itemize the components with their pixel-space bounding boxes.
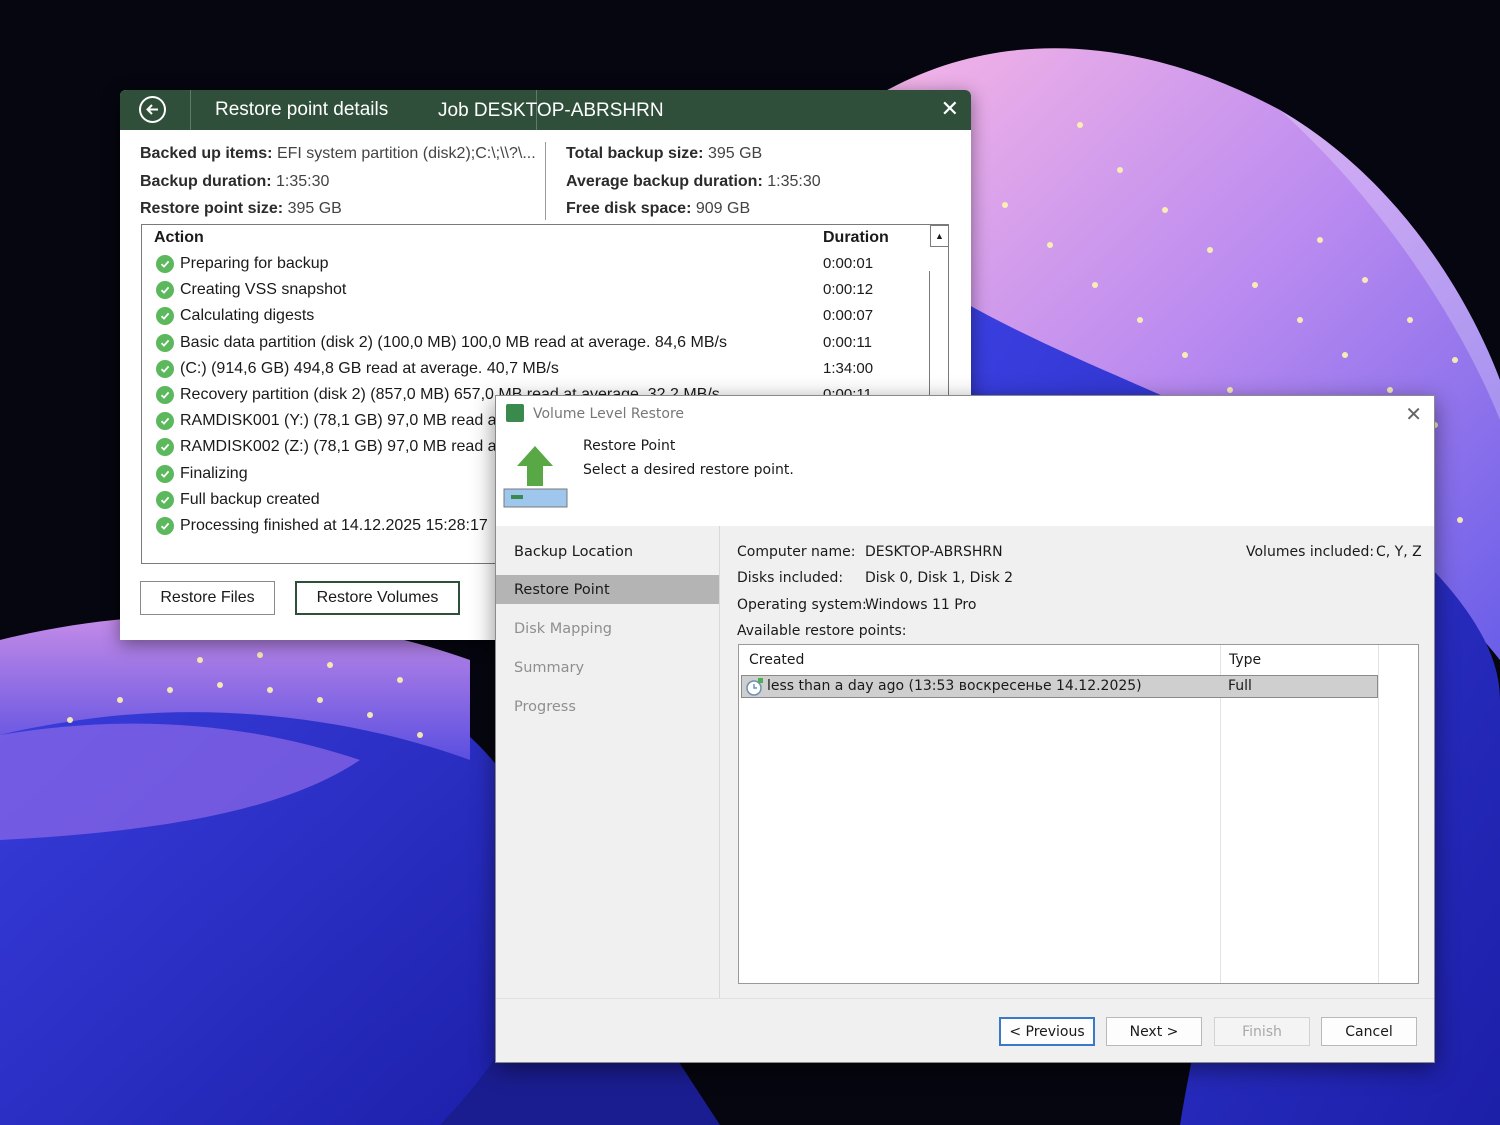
restore-point-size: Restore point size: 395 GB (140, 200, 342, 217)
backup-info-left: Backed up items: EFI system partition (d… (140, 140, 545, 223)
success-check-icon (156, 517, 174, 535)
job-name: Job DESKTOP-ABRSHRN (438, 100, 664, 121)
success-check-icon (156, 412, 174, 431)
step-backup-location[interactable]: Backup Location (496, 537, 719, 566)
success-check-icon (156, 307, 174, 326)
close-icon[interactable]: ✕ (941, 98, 959, 120)
step-title: Restore Point (583, 438, 676, 454)
backup-duration: Backup duration: 1:35:30 (140, 172, 330, 190)
volumes-label: Volumes included: (1246, 544, 1375, 560)
restore-point-clock-icon (746, 678, 763, 696)
step-disk-mapping: Disk Mapping (514, 620, 612, 637)
previous-button[interactable]: < Previous (999, 1017, 1095, 1046)
disks-label: Disks included: (737, 570, 844, 586)
backup-info-right: Total backup size: 395 GB Average backup… (566, 140, 821, 223)
step-restore-point[interactable]: Restore Point (496, 575, 719, 604)
restore-volumes-button[interactable]: Restore Volumes (295, 581, 460, 615)
computer-name-value: DESKTOP-ABRSHRN (865, 544, 1003, 560)
success-check-icon (156, 386, 174, 404)
app-icon (506, 404, 524, 422)
action-column-header: Action (154, 229, 204, 246)
success-check-icon (156, 438, 174, 457)
step-summary: Summary (514, 659, 585, 676)
success-check-icon (156, 464, 174, 483)
action-text: Full backup created (180, 490, 320, 508)
success-check-icon (156, 281, 174, 300)
duration-column-header: Duration (823, 229, 889, 246)
backed-up-items: Backed up items: EFI system partition (d… (140, 145, 536, 162)
action-row: Processing finished at 14.12.2025 15:28:… (156, 513, 488, 539)
type-column-header[interactable]: Type (1229, 652, 1261, 668)
footer-divider (496, 998, 1434, 999)
restore-point-panel: Computer name: DESKTOP-ABRSHRN Disks inc… (720, 526, 1434, 998)
action-duration: 0:00:01 (823, 255, 874, 272)
action-duration: 0:00:11 (823, 333, 872, 351)
action-text: Finalizing (180, 464, 248, 482)
restore-files-button[interactable]: Restore Files (140, 581, 275, 615)
dialog-title: Volume Level Restore (533, 406, 685, 422)
step-progress: Progress (514, 698, 576, 715)
scroll-up-button[interactable]: ▲ (930, 225, 948, 247)
os-label: Operating system: (737, 597, 867, 613)
disks-value: Disk 0, Disk 1, Disk 2 (865, 570, 1014, 586)
table-row[interactable]: less than a day ago (13:53 воскресенье 1… (741, 675, 1378, 698)
restore-point-type: Full (1228, 678, 1252, 694)
volumes-value: C, Y, Z (1376, 544, 1422, 560)
action-duration: 0:00:07 (823, 307, 874, 325)
average-backup-duration: Average backup duration: 1:35:30 (566, 172, 821, 190)
action-text: Calculating digests (180, 307, 315, 325)
action-text: (C:) (914,6 GB) 494,8 GB read at average… (180, 359, 559, 377)
back-button[interactable] (139, 96, 166, 123)
success-check-icon (156, 359, 174, 378)
details-header: Restore point details Job DESKTOP-ABRSHR… (120, 90, 971, 130)
action-text: Creating VSS snapshot (180, 281, 347, 299)
os-value: Windows 11 Pro (865, 597, 977, 613)
action-row: RAMDISK001 (Y:) (78,1 GB) 97,0 MB read a… (156, 408, 501, 434)
available-restore-points-label: Available restore points: (737, 623, 907, 639)
action-duration: 1:34:00 (823, 359, 874, 377)
action-row: (C:) (914,6 GB) 494,8 GB read at average… (156, 356, 559, 382)
computer-name-label: Computer name: (737, 544, 856, 560)
restore-points-table[interactable]: Created Type less than a day ago (13:53 … (738, 644, 1419, 984)
info-divider (545, 142, 546, 220)
action-text: RAMDISK002 (Z:) (78,1 GB) 97,0 MB read a… (180, 438, 502, 456)
action-row: Finalizing (156, 461, 248, 487)
total-backup-size: Total backup size: 395 GB (566, 145, 763, 162)
created-column-header[interactable]: Created (749, 652, 804, 668)
action-duration: 0:00:12 (823, 281, 874, 299)
restore-point-created: less than a day ago (13:53 воскресенье 1… (767, 678, 1142, 694)
cancel-button[interactable]: Cancel (1321, 1017, 1417, 1046)
action-row: Calculating digests (156, 303, 314, 329)
dialog-titlebar: Volume Level Restore ✕ (496, 396, 1434, 432)
next-button[interactable]: Next > (1106, 1017, 1202, 1046)
success-check-icon (156, 255, 174, 273)
close-icon[interactable]: ✕ (1405, 402, 1422, 426)
action-row: Full backup created (156, 487, 320, 513)
arrow-left-icon (146, 104, 158, 115)
step-description: Select a desired restore point. (583, 462, 794, 478)
action-text: RAMDISK001 (Y:) (78,1 GB) 97,0 MB read a… (180, 412, 502, 430)
action-row: Creating VSS snapshot (156, 277, 346, 303)
details-title: Restore point details (215, 99, 389, 120)
action-text: Basic data partition (disk 2) (100,0 MB)… (180, 333, 727, 351)
header-separator (190, 90, 191, 130)
column-separator (1378, 645, 1379, 983)
action-row: Basic data partition (disk 2) (100,0 MB)… (156, 330, 727, 356)
action-row: RAMDISK002 (Z:) (78,1 GB) 97,0 MB read a… (156, 434, 501, 460)
finish-button: Finish (1214, 1017, 1310, 1046)
action-text: Preparing for backup (180, 255, 329, 272)
success-check-icon (156, 333, 174, 352)
wizard-steps: Backup Location Restore Point Disk Mappi… (496, 526, 720, 998)
success-check-icon (156, 490, 174, 509)
step-banner: Restore Point Select a desired restore p… (496, 432, 1434, 526)
volume-level-restore-dialog: Volume Level Restore ✕ Restore Point Sel… (495, 395, 1435, 1063)
free-disk-space: Free disk space: 909 GB (566, 200, 751, 217)
restore-volume-icon (503, 446, 568, 508)
action-row: Preparing for backup (156, 251, 329, 277)
action-text: Processing finished at 14.12.2025 15:28:… (180, 517, 488, 534)
